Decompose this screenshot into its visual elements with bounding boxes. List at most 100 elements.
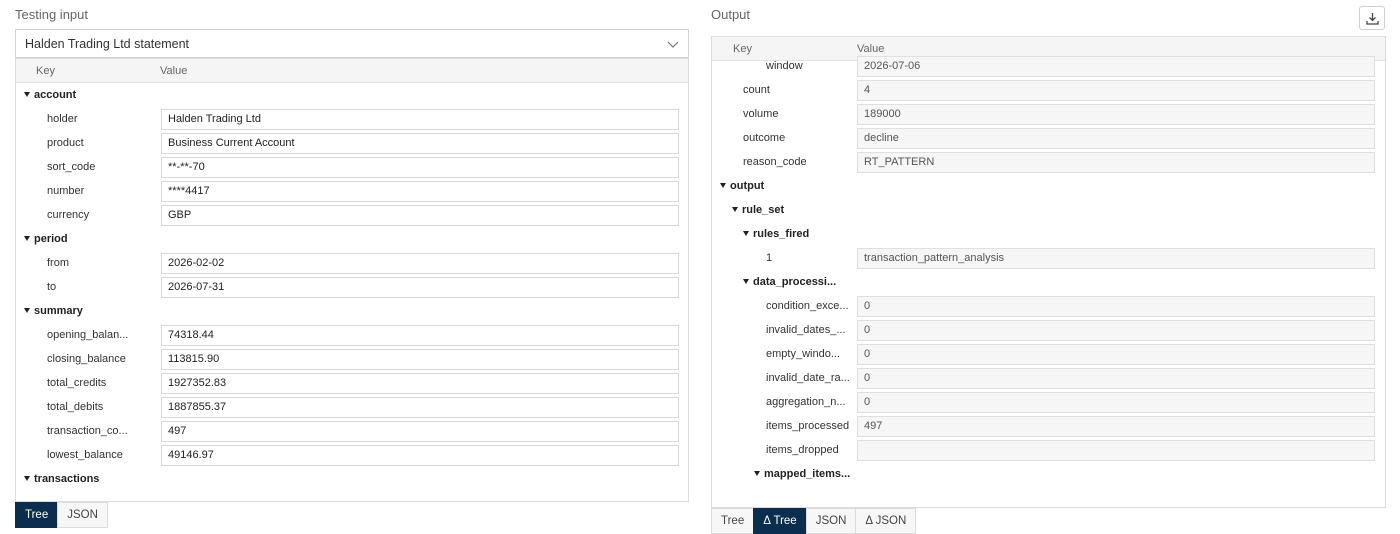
caret-down-icon[interactable]: [732, 207, 738, 212]
tree-value-field[interactable]: Business Current Account: [161, 133, 679, 154]
tree-value-field[interactable]: **-**-70: [161, 157, 679, 178]
tree-group-row[interactable]: summary: [16, 300, 688, 324]
tree-key: data_processi...: [753, 276, 837, 288]
tree-row: count 4: [712, 79, 1385, 103]
tree-key: items_processed: [766, 420, 850, 432]
output-tree: Key Value window 2026-07-06 count 4 volume 18…: [711, 36, 1386, 508]
tree-row: outcome decline: [712, 127, 1385, 151]
tree-row: invalid_dates_... 0: [712, 319, 1385, 343]
tab-tree[interactable]: Tree: [15, 502, 59, 528]
tree-header: Key Value: [16, 59, 688, 83]
caret-down-icon[interactable]: [743, 231, 749, 236]
tree-value-field[interactable]: 0: [857, 392, 1375, 413]
input-tree: Key Value account holder Halden Trading Lt…: [15, 58, 689, 502]
tab-tree-delta[interactable]: Δ Tree: [753, 508, 807, 534]
tree-key: rule_set: [742, 204, 785, 216]
caret-down-icon[interactable]: [24, 92, 30, 97]
tree-row: volume 189000: [712, 103, 1385, 127]
download-button[interactable]: [1359, 6, 1385, 30]
tree-key: invalid_date_ra...: [766, 372, 850, 384]
tree-row: product Business Current Account: [16, 132, 688, 156]
tree-key: 1: [766, 252, 773, 264]
tree-group-row[interactable]: output: [712, 175, 1385, 199]
tree-value-field[interactable]: 0: [857, 368, 1375, 389]
tree-value-field[interactable]: 0: [857, 296, 1375, 317]
tab-json[interactable]: JSON: [805, 508, 857, 534]
tree-row: total_debits 1887855.37: [16, 396, 688, 420]
tree-row: number ****4417: [16, 180, 688, 204]
tree-row: total_credits 1927352.83: [16, 372, 688, 396]
tree-row: holder Halden Trading Ltd: [16, 108, 688, 132]
tab-json-delta[interactable]: Δ JSON: [855, 508, 917, 534]
tree-value-field[interactable]: GBP: [161, 205, 679, 226]
tree-group-row[interactable]: transactions: [16, 468, 688, 492]
tree-row: opening_balan... 74318.44: [16, 324, 688, 348]
tab-tree[interactable]: Tree: [711, 508, 755, 534]
caret-down-icon[interactable]: [720, 183, 726, 188]
tree-row: from 2026-02-02: [16, 252, 688, 276]
caret-down-icon[interactable]: [24, 236, 30, 241]
tree-group-row[interactable]: rules_fired: [712, 223, 1385, 247]
tree-row: invalid_date_ra... 0: [712, 367, 1385, 391]
caret-down-icon[interactable]: [754, 471, 760, 476]
caret-down-icon[interactable]: [24, 308, 30, 313]
tree-key: period: [34, 233, 68, 245]
input-select[interactable]: Halden Trading Ltd statement: [15, 29, 689, 58]
value-column-header: Value: [857, 43, 885, 55]
tree-value-field[interactable]: 49146.97: [161, 445, 679, 466]
tree-value-field[interactable]: 497: [857, 416, 1375, 437]
key-column-header: Key: [36, 65, 55, 77]
tree-value-field[interactable]: 74318.44: [161, 325, 679, 346]
tree-group-row[interactable]: data_processi...: [712, 271, 1385, 295]
tree-value-field[interactable]: 2026-07-31: [161, 277, 679, 298]
tree-value-field[interactable]: 4: [857, 80, 1375, 101]
tree-value-field[interactable]: 1887855.37: [161, 397, 679, 418]
tree-key: account: [34, 89, 77, 101]
tree-value-field[interactable]: 2026-02-02: [161, 253, 679, 274]
tree-value-field[interactable]: 0: [857, 344, 1375, 365]
tree-value-field[interactable]: 0: [857, 320, 1375, 341]
tree-key: from: [47, 257, 69, 269]
input-view-tabs: Tree JSON: [15, 502, 108, 528]
tree-value-field[interactable]: 497: [161, 421, 679, 442]
tree-row: sort_code **-**-70: [16, 156, 688, 180]
tree-key: opening_balan...: [47, 329, 129, 341]
tree-key: mapped_items...: [764, 468, 851, 480]
tree-key: summary: [34, 305, 83, 317]
testing-input-title: Testing input: [15, 7, 88, 22]
tree-value-field[interactable]: decline: [857, 128, 1375, 149]
tree-value-field[interactable]: RT_PATTERN: [857, 152, 1375, 173]
tree-group-row[interactable]: rule_set: [712, 199, 1385, 223]
tree-key: rules_fired: [753, 228, 810, 240]
tree-group-row[interactable]: account: [16, 84, 688, 108]
tree-value-field[interactable]: 1927352.83: [161, 373, 679, 394]
tree-value-field[interactable]: [857, 440, 1375, 461]
tree-group-row[interactable]: mapped_items...: [712, 463, 1385, 487]
tree-row: transaction_co... 497: [16, 420, 688, 444]
tree-value-field[interactable]: 113815.90: [161, 349, 679, 370]
tree-row: aggregation_n... 0: [712, 391, 1385, 415]
tree-value-field[interactable]: Halden Trading Ltd: [161, 109, 679, 130]
chevron-down-icon: [667, 41, 679, 48]
tree-key: volume: [743, 108, 779, 120]
tree-row: items_dropped: [712, 439, 1385, 463]
tree-key: output: [730, 180, 765, 192]
tree-row: lowest_balance 49146.97: [16, 444, 688, 468]
tree-key: condition_exce...: [766, 300, 849, 312]
tree-key: invalid_dates_...: [766, 324, 846, 336]
tree-value-field[interactable]: 189000: [857, 104, 1375, 125]
tree-key: empty_windo...: [766, 348, 840, 360]
caret-down-icon[interactable]: [743, 279, 749, 284]
tree-key: reason_code: [743, 156, 807, 168]
output-view-tabs: Tree Δ Tree JSON Δ JSON: [711, 508, 917, 534]
tree-value-field[interactable]: 2026-07-06: [857, 56, 1375, 77]
tree-key: closing_balance: [47, 353, 126, 365]
tree-key: currency: [47, 209, 90, 221]
tab-json[interactable]: JSON: [57, 502, 108, 528]
tree-value-field[interactable]: ****4417: [161, 181, 679, 202]
tree-group-row[interactable]: period: [16, 228, 688, 252]
tree-value-field[interactable]: transaction_pattern_analysis: [857, 248, 1375, 269]
tree-key: count: [743, 84, 770, 96]
tree-key: transactions: [34, 473, 100, 485]
caret-down-icon[interactable]: [24, 476, 30, 481]
